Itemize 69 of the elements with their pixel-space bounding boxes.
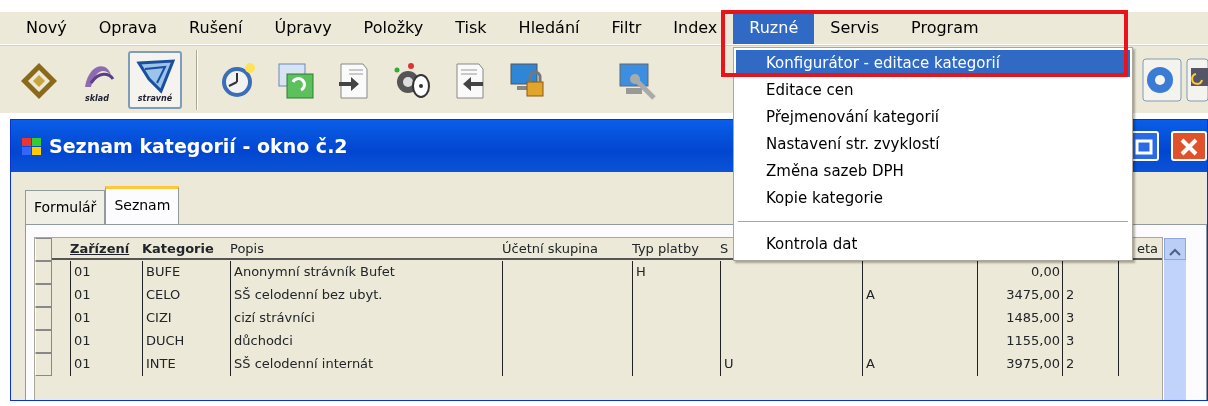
column-header[interactable]: Typ platby: [632, 238, 720, 260]
scroll-up-button[interactable]: [1164, 238, 1186, 260]
table-cell: 2: [1062, 284, 1118, 307]
row-selector[interactable]: [35, 284, 52, 307]
table-cell: 3475,00: [977, 284, 1062, 307]
menu-item[interactable]: Přejmenování kategorií: [736, 104, 1130, 131]
menu-item[interactable]: Ruzné: [733, 12, 815, 44]
menu-item[interactable]: Program: [895, 12, 995, 44]
table-cell: 01: [70, 330, 142, 353]
row-selector[interactable]: [35, 353, 52, 376]
table-cell: U: [720, 353, 862, 376]
table-cell: CIZI: [142, 307, 230, 330]
table-cell: DUCH: [142, 330, 230, 353]
table-cell: 01: [70, 353, 142, 376]
menu-item[interactable]: Hledání: [502, 12, 596, 44]
column-header[interactable]: Zařízení: [70, 238, 142, 260]
table-cell: Anonymní strávník Bufet: [230, 261, 502, 284]
module-button[interactable]: stravné: [128, 50, 182, 109]
table-cell: 3: [1062, 330, 1118, 353]
menu-item[interactable]: Tisk: [439, 12, 503, 44]
menu-item[interactable]: Oprava: [82, 12, 174, 44]
close-icon: [1179, 136, 1199, 157]
table-cell: důchodci: [230, 330, 502, 353]
menu-item[interactable]: Editace cen: [736, 77, 1130, 104]
table-cell: 3: [1062, 307, 1118, 330]
module-button[interactable]: sklad: [70, 50, 124, 109]
menu-item[interactable]: Nový: [10, 12, 83, 44]
row-selector[interactable]: [35, 330, 52, 353]
table-cell: A: [862, 353, 977, 376]
table-cell: 01: [70, 307, 142, 330]
column-header[interactable]: Kategorie: [142, 238, 230, 260]
scrollbar[interactable]: [1163, 237, 1187, 400]
maximize-icon: [1135, 138, 1153, 155]
table-cell: BUFE: [142, 261, 230, 284]
table-cell: 1155,00: [977, 330, 1062, 353]
menu-item[interactable]: Položky: [347, 12, 440, 44]
logo-icon: [135, 56, 175, 95]
column-header[interactable]: Účetní skupina: [502, 238, 632, 260]
table-cell: INTE: [142, 353, 230, 376]
menu-item[interactable]: Filtr: [595, 12, 658, 44]
window-logo-icon: [21, 135, 43, 157]
monitor-icon[interactable]: [1186, 57, 1208, 102]
table-cell: CELO: [142, 284, 230, 307]
row-selector[interactable]: [35, 261, 52, 284]
row-selector[interactable]: [35, 307, 52, 330]
menu-item[interactable]: Změna sazeb DPH: [736, 158, 1130, 185]
table-cell: cizí strávníci: [230, 307, 502, 330]
tab[interactable]: Formulář: [25, 190, 106, 224]
table-cell: 1485,00: [977, 307, 1062, 330]
table-cell: 01: [70, 284, 142, 307]
tab[interactable]: Seznam: [105, 186, 180, 224]
table-cell: 2: [1062, 353, 1118, 376]
menu-item[interactable]: Kopie kategorie: [736, 185, 1130, 212]
logo-icon: [19, 60, 59, 99]
table-cell: SŠ celodenní bez ubyt.: [230, 284, 502, 307]
table-cell: SŠ celodenní internát: [230, 353, 502, 376]
menu-item[interactable]: Úpravy: [258, 12, 348, 44]
menu-item[interactable]: Index: [657, 12, 734, 44]
menu-item[interactable]: Rušení: [173, 12, 259, 44]
table-cell: 01: [70, 261, 142, 284]
menu-item[interactable]: Nastavení str. zvyklostí: [736, 131, 1130, 158]
close-button[interactable]: [1171, 131, 1207, 161]
table-cell: 3975,00: [977, 353, 1062, 376]
menu-item[interactable]: Servis: [814, 12, 896, 44]
column-header[interactable]: Popis: [230, 238, 502, 260]
table-cell: H: [632, 261, 720, 284]
table-cell: A: [862, 284, 977, 307]
caret-icon: [1169, 247, 1181, 256]
window-title: Seznam kategorií - okno č.2: [49, 133, 348, 159]
